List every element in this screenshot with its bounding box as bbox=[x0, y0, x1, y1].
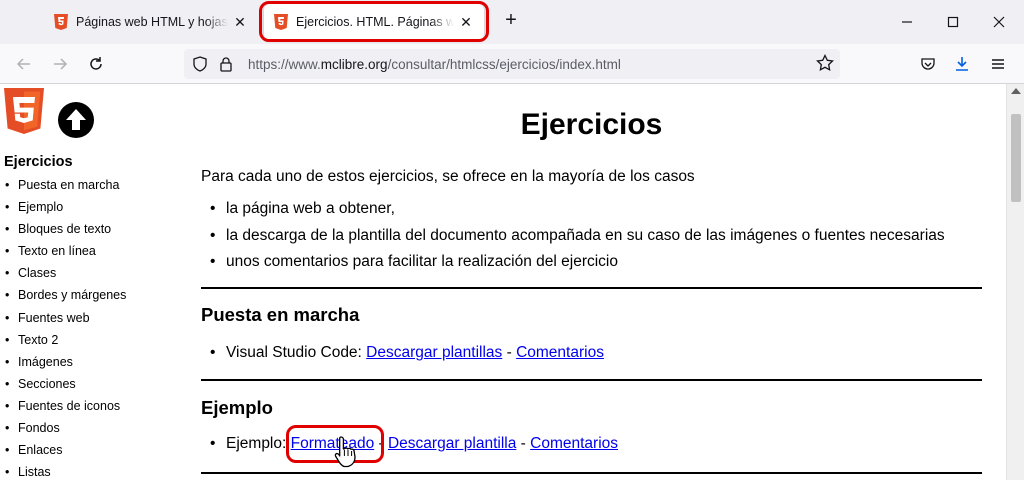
tab-ejercicios[interactable]: Ejercicios. HTML. Páginas web HTML ✕ bbox=[264, 4, 484, 40]
pocket-button[interactable] bbox=[916, 52, 940, 76]
sidebar-item[interactable]: Fuentes web bbox=[4, 307, 174, 329]
sidebar-item[interactable]: Bordes y márgenes bbox=[4, 284, 174, 306]
sidebar-item[interactable]: Texto en línea bbox=[4, 240, 174, 262]
puesta-en-marcha-list: Visual Studio Code: Descargar plantillas… bbox=[201, 340, 604, 367]
back-arrow-icon bbox=[16, 58, 30, 70]
tab-title: Ejercicios. HTML. Páginas web HTML bbox=[296, 15, 454, 29]
sidebar-item[interactable]: Listas bbox=[4, 461, 174, 480]
sidebar-item[interactable]: Clases bbox=[4, 262, 174, 284]
section-divider bbox=[201, 472, 982, 474]
url-path: /consultar/htmlcss/ejercicios/index.html bbox=[387, 56, 621, 72]
new-tab-button[interactable]: + bbox=[500, 10, 522, 32]
url-domain: mclibre.org bbox=[320, 56, 388, 72]
list-item: Visual Studio Code: Descargar plantillas… bbox=[201, 340, 604, 367]
intro-text: Para cada uno de estos ejercicios, se of… bbox=[201, 168, 695, 185]
scroll-up-arrow-icon[interactable] bbox=[1011, 88, 1021, 94]
sidebar-item[interactable]: Fondos bbox=[4, 417, 174, 439]
sidebar-item[interactable]: Bloques de texto bbox=[4, 218, 174, 240]
ejemplo-list: Ejemplo: Formateado - Descargar plantill… bbox=[201, 431, 618, 458]
tab-title: Páginas web HTML y hojas de estilo CSS bbox=[76, 15, 228, 29]
comentarios-link[interactable]: Comentarios bbox=[516, 344, 604, 361]
web-page: Ejercicios Puesta en marcha Ejemplo Bloq… bbox=[0, 84, 1006, 480]
tab-html-css[interactable]: Páginas web HTML y hojas de estilo CSS ✕ bbox=[44, 4, 258, 40]
section-divider bbox=[201, 287, 982, 289]
reload-icon bbox=[90, 57, 102, 70]
pocket-icon bbox=[921, 58, 935, 70]
back-to-top-arrow-icon[interactable] bbox=[58, 102, 94, 138]
sidebar-heading[interactable]: Ejercicios bbox=[4, 154, 174, 170]
lock-icon[interactable] bbox=[216, 54, 236, 74]
html5-logo-icon[interactable] bbox=[4, 88, 44, 134]
list-item: Ejemplo: Formateado - Descargar plantill… bbox=[201, 431, 618, 458]
app-menu-button[interactable] bbox=[986, 52, 1010, 76]
separator: - bbox=[516, 435, 531, 452]
minimize-icon bbox=[902, 21, 912, 23]
hand-pointer-cursor-icon bbox=[334, 436, 356, 468]
forward-arrow-icon bbox=[54, 58, 68, 70]
html5-favicon-icon bbox=[54, 14, 68, 30]
address-bar[interactable]: https://www.mclibre.org/consultar/htmlcs… bbox=[184, 49, 840, 79]
maximize-icon bbox=[947, 16, 959, 28]
navigation-toolbar: https://www.mclibre.org/consultar/htmlcs… bbox=[0, 44, 1024, 84]
list-item: la descarga de la plantilla del document… bbox=[201, 223, 945, 250]
bookmark-star-icon[interactable] bbox=[816, 53, 834, 75]
descargar-plantilla-link[interactable]: Descargar plantilla bbox=[388, 435, 516, 452]
comentarios-link[interactable]: Comentarios bbox=[530, 435, 618, 452]
hamburger-menu-icon bbox=[992, 59, 1004, 69]
list-item: la página web a obtener, bbox=[201, 196, 945, 223]
sidebar-item[interactable]: Secciones bbox=[4, 373, 174, 395]
sidebar-navigation: Ejercicios Puesta en marcha Ejemplo Bloq… bbox=[4, 154, 174, 480]
back-button[interactable] bbox=[12, 52, 36, 76]
close-tab-icon[interactable]: ✕ bbox=[458, 14, 474, 31]
url-text: https://www.mclibre.org/consultar/htmlcs… bbox=[248, 57, 621, 72]
sidebar-item[interactable]: Ejemplo bbox=[4, 196, 174, 218]
tab-strip: Páginas web HTML y hojas de estilo CSS ✕… bbox=[0, 0, 1024, 44]
sidebar-item[interactable]: Fuentes de iconos bbox=[4, 395, 174, 417]
item-label: Visual Studio Code: bbox=[226, 344, 367, 361]
vertical-scrollbar[interactable] bbox=[1006, 84, 1024, 480]
close-tab-icon[interactable]: ✕ bbox=[232, 14, 248, 31]
forward-button[interactable] bbox=[48, 52, 72, 76]
sidebar-item[interactable]: Imágenes bbox=[4, 351, 174, 373]
url-prefix: https://www. bbox=[248, 56, 321, 72]
sidebar-item[interactable]: Puesta en marcha bbox=[4, 174, 174, 196]
sidebar-item[interactable]: Texto 2 bbox=[4, 329, 174, 351]
descargar-plantillas-link[interactable]: Descargar plantillas bbox=[366, 344, 502, 361]
separator: - bbox=[374, 435, 388, 452]
section-divider bbox=[201, 379, 982, 381]
section-heading-puesta-en-marcha: Puesta en marcha bbox=[201, 304, 360, 325]
list-item: unos comentarios para facilitar la reali… bbox=[201, 249, 945, 276]
sidebar-item[interactable]: Enlaces bbox=[4, 439, 174, 461]
section-heading-ejemplo: Ejemplo bbox=[201, 397, 273, 418]
tracking-protection-shield-icon[interactable] bbox=[190, 54, 210, 74]
minimize-button[interactable] bbox=[884, 6, 930, 38]
downloads-button[interactable] bbox=[950, 52, 974, 76]
separator: - bbox=[502, 344, 517, 361]
html5-favicon-icon bbox=[274, 14, 288, 30]
reload-button[interactable] bbox=[84, 52, 108, 76]
maximize-button[interactable] bbox=[930, 6, 976, 38]
scrollbar-thumb[interactable] bbox=[1011, 114, 1021, 202]
close-window-button[interactable] bbox=[976, 6, 1022, 38]
sidebar-list: Puesta en marcha Ejemplo Bloques de text… bbox=[4, 174, 174, 480]
download-icon bbox=[956, 57, 968, 71]
item-label: Ejemplo: bbox=[226, 435, 291, 452]
close-icon bbox=[993, 16, 1005, 28]
intro-bullets: la página web a obtener, la descarga de … bbox=[201, 196, 945, 276]
page-title: Ejercicios bbox=[520, 108, 663, 141]
